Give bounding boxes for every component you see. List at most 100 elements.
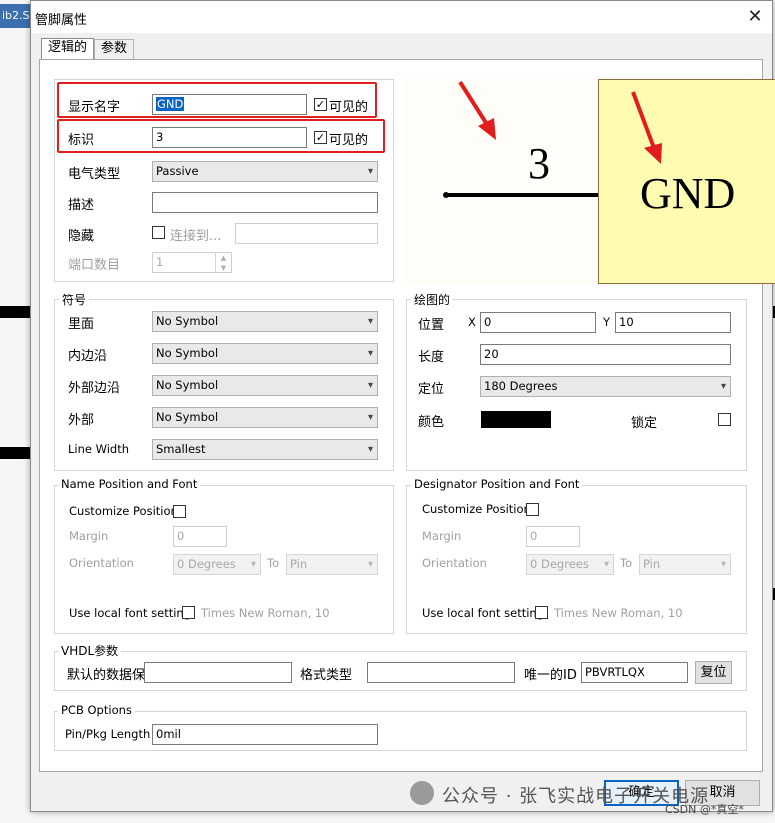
name-font-checkbox[interactable]: [182, 606, 195, 619]
description-input[interactable]: [152, 192, 378, 213]
designator-to-select[interactable]: Pin ▾: [639, 554, 731, 575]
tab-panel: 显示名字 GND ✓ 可见的 标识 3 ✓ 可见的 电气类型 Passive ▾…: [39, 59, 775, 772]
symbol-outside-edge-select[interactable]: No Symbol ▾: [152, 375, 378, 396]
symbol-inside-edge-select[interactable]: No Symbol ▾: [152, 343, 378, 364]
designator-orientation-select[interactable]: 0 Degrees ▾: [526, 554, 614, 575]
graphical-group-title: 绘图的: [411, 291, 454, 308]
designator-input[interactable]: 3: [152, 127, 307, 148]
name-margin-label: Margin: [69, 529, 109, 543]
name-margin-input[interactable]: 0: [173, 526, 227, 547]
designator-to-value: Pin: [643, 557, 661, 571]
port-number-spinner[interactable]: ▲ ▼: [215, 253, 231, 272]
designator-orientation-value: 0 Degrees: [530, 557, 589, 571]
hidden-checkbox[interactable]: [152, 226, 165, 239]
symbol-inside-edge-value: No Symbol: [156, 346, 219, 360]
name-customize-label: Customize Position: [69, 504, 178, 518]
name-orientation-label: Orientation: [69, 556, 134, 570]
vhdl-default-input[interactable]: [144, 662, 292, 683]
designator-to-label: To: [620, 556, 633, 570]
vhdl-reset-button[interactable]: 复位: [695, 661, 732, 684]
name-to-label: To: [267, 556, 280, 570]
location-x-label: X: [468, 315, 476, 329]
chevron-down-icon: ▾: [250, 559, 256, 570]
location-y-input[interactable]: 10: [615, 312, 731, 333]
display-name-label: 显示名字: [68, 100, 121, 115]
symbol-inside-value: No Symbol: [156, 314, 219, 328]
symbol-outside-select[interactable]: No Symbol ▾: [152, 407, 378, 428]
designator-orientation-label: Orientation: [422, 556, 487, 570]
csdn-watermark: CSDN @*真空*: [665, 803, 744, 816]
annotation-arrows: [458, 80, 662, 164]
display-name-value: GND: [156, 97, 185, 111]
symbol-outside-edge-value: No Symbol: [156, 378, 219, 392]
name-orientation-value: 0 Degrees: [177, 557, 236, 571]
background-wire: [0, 306, 30, 318]
tab-parameters[interactable]: 参数: [94, 39, 135, 59]
line-width-value: Smallest: [156, 442, 206, 456]
designator-margin-label: Margin: [422, 529, 462, 543]
location-x-input[interactable]: 0: [480, 312, 596, 333]
vhdl-group-title: VHDL参数: [58, 642, 122, 659]
length-input[interactable]: 20: [480, 344, 731, 365]
title-bar: 管脚属性 ✕: [31, 1, 772, 33]
name-orientation-select[interactable]: 0 Degrees ▾: [173, 554, 261, 575]
orientation-select[interactable]: 180 Degrees ▾: [480, 376, 731, 397]
designator-visible-label: 可见的: [329, 133, 369, 148]
close-icon[interactable]: ✕: [743, 5, 767, 29]
name-font-label: Use local font setting: [69, 606, 191, 620]
symbol-inside-select[interactable]: No Symbol ▾: [152, 311, 378, 332]
designator-margin-input[interactable]: 0: [526, 526, 580, 547]
designator-position-title: Designator Position and Font: [411, 477, 583, 491]
color-label: 颜色: [418, 415, 445, 430]
connect-to-input[interactable]: [235, 223, 378, 244]
display-name-input[interactable]: GND: [152, 94, 307, 115]
orientation-label: 定位: [418, 382, 445, 397]
symbols-group-title: 符号: [59, 291, 90, 308]
location-label: 位置: [418, 318, 445, 333]
designator-font-value: Times New Roman, 10: [554, 606, 683, 620]
pin-properties-dialog: 管脚属性 ✕ 逻辑的 参数 显示名字 GND ✓ 可见的 标识 3 ✓ 可见的 …: [30, 0, 775, 812]
symbol-outside-value: No Symbol: [156, 410, 219, 424]
tab-logical[interactable]: 逻辑的: [41, 38, 95, 60]
electrical-type-label: 电气类型: [68, 167, 121, 182]
background-wire: [0, 447, 30, 459]
name-customize-checkbox[interactable]: [173, 505, 186, 518]
symbol-inside-edge-label: 内边沿: [68, 349, 108, 364]
symbol-outside-label: 外部: [68, 413, 95, 428]
designator-customize-label: Customize Position: [422, 502, 531, 516]
pin-pkg-length-input[interactable]: 0mil: [152, 724, 378, 745]
chevron-down-icon: ▾: [367, 166, 373, 177]
vhdl-default-label: 默认的数据保: [67, 668, 146, 683]
line-width-select[interactable]: Smallest ▾: [152, 439, 378, 460]
vhdl-format-input[interactable]: [367, 662, 515, 683]
vhdl-unique-id-input[interactable]: PBVRTLQX: [581, 662, 688, 683]
name-font-value: Times New Roman, 10: [201, 606, 330, 620]
electrical-type-select[interactable]: Passive ▾: [152, 161, 378, 182]
name-to-select[interactable]: Pin ▾: [286, 554, 378, 575]
locked-checkbox[interactable]: [718, 413, 731, 426]
pin-pkg-length-label: Pin/Pkg Length: [65, 727, 151, 741]
background-document-tab[interactable]: ib2.Sc: [0, 4, 30, 28]
port-number-label: 端口数目: [68, 258, 121, 273]
length-label: 长度: [418, 350, 445, 365]
designator-font-label: Use local font setting: [422, 606, 544, 620]
designator-visible-checkbox[interactable]: ✓: [314, 131, 327, 144]
chevron-down-icon: ▾: [367, 316, 373, 327]
name-to-value: Pin: [290, 557, 308, 571]
chevron-down-icon: ▾: [720, 559, 726, 570]
port-number-input[interactable]: 1 ▲ ▼: [152, 252, 232, 273]
symbol-inside-label: 里面: [68, 317, 95, 332]
pin-preview: 3 GND: [404, 78, 775, 284]
color-swatch[interactable]: [481, 411, 551, 428]
chevron-down-icon: ▾: [720, 381, 726, 392]
designator-font-checkbox[interactable]: [535, 606, 548, 619]
designator-customize-checkbox[interactable]: [526, 503, 539, 516]
dialog-title: 管脚属性: [35, 13, 88, 28]
designator-label: 标识: [68, 133, 95, 148]
chevron-down-icon: ▾: [367, 412, 373, 423]
chevron-down-icon: ▾: [367, 444, 373, 455]
description-label: 描述: [68, 198, 95, 213]
line-width-label: Line Width: [68, 442, 130, 456]
display-name-visible-label: 可见的: [329, 100, 369, 115]
display-name-visible-checkbox[interactable]: ✓: [314, 98, 327, 111]
